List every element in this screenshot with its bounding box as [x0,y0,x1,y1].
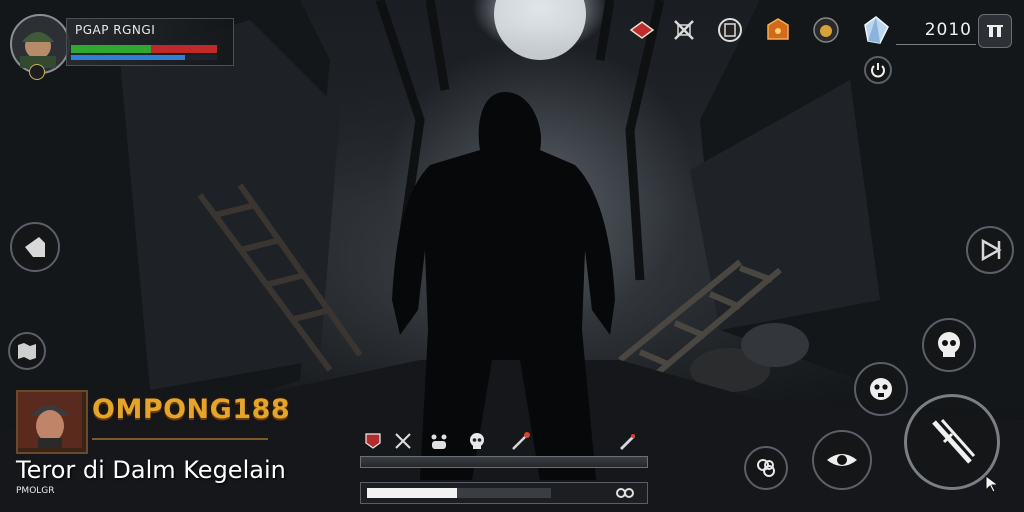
torch-icon[interactable] [508,428,534,454]
crossed-swords-icon[interactable] [668,14,700,46]
treasure-chest-icon[interactable] [762,14,794,46]
hero-portrait [16,390,88,454]
back-button[interactable] [10,222,60,272]
skull-skill-button[interactable] [922,318,976,372]
health-bar [71,45,217,53]
eye-icon [827,454,857,466]
map-icon [18,343,36,360]
power-button[interactable] [864,56,892,84]
dagger-icon[interactable] [614,428,640,454]
stamina-bar-fill [367,488,458,498]
pawprint-icon[interactable] [426,428,452,454]
banner-icon[interactable] [360,428,386,454]
pause-button[interactable] [978,14,1012,48]
player-status-panel: PGAP RGNGI [66,18,234,66]
skull-icon [938,332,960,357]
experience-bar-fill [361,457,647,467]
skull-icon[interactable] [464,428,490,454]
forward-button[interactable] [966,226,1014,274]
forward-arrow-icon [981,238,1002,262]
hero-face-icon [18,392,82,448]
paw-skull-skill-button[interactable] [854,362,908,416]
knot-icon [757,459,775,477]
stamina-panel [360,482,648,504]
currency-panel: 2010 [896,16,976,45]
paw-skull-icon [870,378,892,400]
brand-logo: OMPONG188 [92,394,291,440]
game-title: Teror di Dalm Kegelain [16,456,286,484]
game-screen: PGAP RGNGI 2010 OMPONG188 Teror di Dalm … [0,0,1024,512]
mana-bar [71,55,217,60]
brand-logo-text: OMPONG188 [92,394,291,425]
health-bar-fill [71,45,152,53]
pause-icon [987,25,1003,37]
crystal-icon[interactable] [860,14,892,46]
soldier-portrait-icon [20,32,56,68]
power-icon [871,63,885,78]
chain-icon[interactable] [615,485,635,501]
crossed-swords-icon[interactable] [390,428,416,454]
stamina-bar [367,488,551,498]
mana-bar-fill [71,55,185,60]
sword-icon [932,419,976,464]
knot-skill-button[interactable] [744,446,788,490]
shield-badge-icon[interactable] [714,14,746,46]
player-name: PGAP RGNGI [75,23,156,37]
banner-icon[interactable] [626,14,658,46]
potion-icon[interactable] [810,14,842,46]
eye-skill-button[interactable] [812,430,872,490]
lock-icon [29,64,45,80]
map-button[interactable] [8,332,46,370]
back-arrow-icon [25,237,45,257]
currency-value: 2010 [924,20,972,40]
experience-bar [360,456,648,468]
cursor-icon [985,475,1000,493]
game-subtitle: PMOLGR [16,486,55,496]
